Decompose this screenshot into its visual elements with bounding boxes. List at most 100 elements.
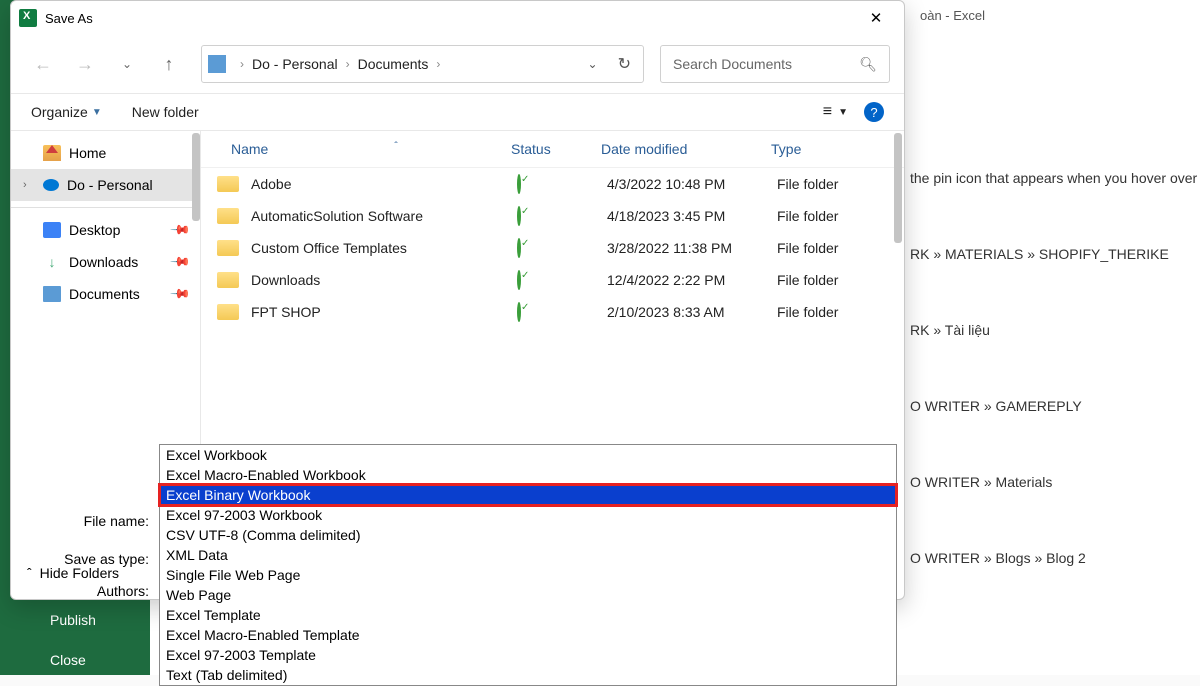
chevron-down-icon: ▼	[92, 107, 102, 118]
type-option[interactable]: Single File Web Page	[160, 565, 896, 585]
file-type: File folder	[777, 304, 877, 320]
close-button[interactable]: ✕	[856, 3, 896, 33]
sort-up-icon: ˆ	[394, 141, 397, 157]
sidebar-item-label: Downloads	[69, 254, 138, 270]
type-option[interactable]: XML Data	[160, 545, 896, 565]
search-placeholder: Search Documents	[673, 56, 792, 72]
location-icon	[208, 55, 226, 73]
type-option[interactable]: Excel 97-2003 Workbook	[160, 505, 896, 525]
file-type: File folder	[777, 208, 877, 224]
file-name: Custom Office Templates	[251, 240, 517, 256]
crumb-documents[interactable]: Documents	[354, 56, 433, 72]
file-name-label: File name:	[29, 513, 159, 529]
authors-label: Authors:	[29, 583, 159, 599]
column-header-name[interactable]: Name ˆ	[231, 141, 511, 157]
column-header-type[interactable]: Type	[771, 141, 871, 157]
bg-path: O WRITER » GAMEREPLY	[910, 398, 1200, 414]
sidebar-item-home[interactable]: Home	[11, 137, 200, 169]
type-option[interactable]: Excel 97-2003 Template	[160, 645, 896, 665]
type-option[interactable]: Excel Workbook	[160, 445, 896, 465]
download-icon: ↓	[43, 254, 61, 270]
list-header: Name ˆ Status Date modified Type	[201, 131, 904, 168]
chevron-up-icon: ˆ	[27, 565, 32, 581]
file-name: Adobe	[251, 176, 517, 192]
forward-button[interactable]: →	[67, 46, 103, 82]
new-folder-button[interactable]: New folder	[132, 104, 199, 120]
column-header-date[interactable]: Date modified	[601, 141, 771, 157]
search-input[interactable]: Search Documents 🔍︎	[660, 45, 890, 83]
sidebar-item-label: Home	[69, 145, 106, 161]
sidebar-item-label: Do - Personal	[67, 177, 153, 193]
help-button[interactable]: ?	[864, 102, 884, 122]
crumb-do-personal[interactable]: Do - Personal	[248, 56, 342, 72]
sidebar-scrollbar[interactable]	[192, 133, 200, 221]
pin-icon[interactable]: 📌	[169, 251, 192, 274]
dialog-titlebar: Save As ✕	[11, 1, 904, 35]
file-date: 3/28/2022 11:38 PM	[607, 240, 777, 256]
onedrive-icon	[43, 179, 59, 191]
hide-folders-button[interactable]: ˆ Hide Folders	[27, 565, 119, 581]
recent-dropdown[interactable]: ⌄	[109, 46, 145, 82]
bg-title: oàn - Excel	[920, 8, 985, 23]
file-date: 12/4/2022 2:22 PM	[607, 272, 777, 288]
type-option[interactable]: Web Page	[160, 585, 896, 605]
file-name: Downloads	[251, 272, 517, 288]
file-name: FPT SHOP	[251, 304, 517, 320]
sidebar-divider	[11, 207, 200, 208]
organize-label: Organize	[31, 104, 88, 120]
sidebar-item-downloads[interactable]: ↓ Downloads 📌	[11, 246, 200, 278]
nav-row: ← → ⌄ ↑ › Do - Personal › Documents › ⌄ …	[11, 35, 904, 93]
sync-ok-icon	[517, 174, 521, 194]
bg-close-item[interactable]: Close	[50, 652, 86, 668]
file-name: AutomaticSolution Software	[251, 208, 517, 224]
back-button[interactable]: ←	[25, 46, 61, 82]
view-mode-button[interactable]: ≡ ▼	[823, 103, 848, 121]
type-option[interactable]: Excel Macro-Enabled Workbook	[160, 465, 896, 485]
sync-ok-icon	[517, 238, 521, 258]
refresh-button[interactable]: ↻	[618, 54, 631, 74]
file-list-scrollbar[interactable]	[894, 133, 902, 243]
column-header-status[interactable]: Status	[511, 141, 601, 157]
file-date: 4/3/2022 10:48 PM	[607, 176, 777, 192]
organize-button[interactable]: Organize ▼	[31, 104, 102, 120]
file-row[interactable]: Downloads 12/4/2022 2:22 PM File folder	[201, 264, 904, 296]
bg-hover-text: the pin icon that appears when you hover…	[910, 170, 1200, 186]
folder-icon	[217, 304, 239, 320]
type-option[interactable]: Excel Macro-Enabled Template	[160, 625, 896, 645]
file-row[interactable]: Custom Office Templates 3/28/2022 11:38 …	[201, 232, 904, 264]
bg-publish-item[interactable]: Publish	[50, 612, 96, 628]
sidebar-item-desktop[interactable]: Desktop 📌	[11, 214, 200, 246]
dialog-toolbar: Organize ▼ New folder ≡ ▼ ?	[11, 93, 904, 131]
file-row[interactable]: FPT SHOP 2/10/2023 8:33 AM File folder	[201, 296, 904, 328]
pin-icon[interactable]: 📌	[169, 219, 192, 242]
chevron-right-icon: ›	[342, 57, 354, 71]
column-label: Name	[231, 141, 268, 157]
folder-icon	[217, 176, 239, 192]
type-option[interactable]: Excel Template	[160, 605, 896, 625]
chevron-right-icon[interactable]: ›	[23, 179, 35, 191]
type-option[interactable]: Excel Binary Workbook	[160, 485, 896, 505]
folder-icon	[217, 240, 239, 256]
sidebar-item-documents[interactable]: Documents 📌	[11, 278, 200, 310]
sidebar-item-do-personal[interactable]: › Do - Personal	[11, 169, 200, 201]
file-row[interactable]: AutomaticSolution Software 4/18/2023 3:4…	[201, 200, 904, 232]
hide-folders-label: Hide Folders	[40, 565, 119, 581]
dialog-body: Home › Do - Personal Desktop 📌 ↓ Downloa…	[11, 131, 904, 497]
excel-icon	[19, 9, 37, 27]
sidebar-item-label: Documents	[69, 286, 140, 302]
type-option[interactable]: Text (Tab delimited)	[160, 665, 896, 685]
file-type: File folder	[777, 176, 877, 192]
addr-dropdown-icon[interactable]: ⌄	[588, 57, 598, 71]
sync-ok-icon	[517, 302, 521, 322]
up-button[interactable]: ↑	[151, 46, 187, 82]
chevron-right-icon: ›	[432, 57, 444, 71]
address-bar[interactable]: › Do - Personal › Documents › ⌄ ↻	[201, 45, 644, 83]
type-option[interactable]: CSV UTF-8 (Comma delimited)	[160, 525, 896, 545]
sidebar: Home › Do - Personal Desktop 📌 ↓ Downloa…	[11, 131, 201, 497]
file-type: File folder	[777, 240, 877, 256]
pin-icon[interactable]: 📌	[169, 283, 192, 306]
bg-path: O WRITER » Materials	[910, 474, 1200, 490]
file-row[interactable]: Adobe 4/3/2022 10:48 PM File folder	[201, 168, 904, 200]
folder-icon	[217, 208, 239, 224]
search-icon: 🔍︎	[859, 56, 877, 73]
